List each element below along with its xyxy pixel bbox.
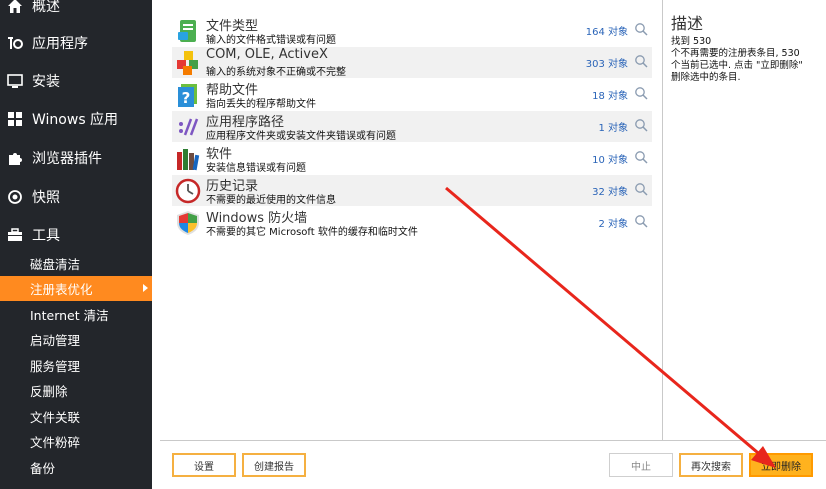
windows-icon	[6, 110, 24, 128]
description-panel: 描述 找到 530 个不再需要的注册表条目, 530 个当前已选中. 点击 "立…	[663, 0, 826, 441]
description-text: 找到 530 个不再需要的注册表条目, 530 个当前已选中. 点击 "立即删除…	[671, 36, 803, 83]
books-icon	[177, 149, 200, 171]
clock-icon	[175, 178, 201, 204]
sidebar-item-overview[interactable]: 概述	[0, 0, 152, 25]
sidebar-item-tools[interactable]: 工具	[0, 216, 152, 254]
sidebar-subitem-internet-clean[interactable]: Internet 清洁	[0, 302, 152, 327]
create-report-button[interactable]: 创建报告	[242, 453, 306, 477]
search-icon[interactable]	[634, 214, 648, 228]
search-again-button[interactable]: 再次搜索	[679, 453, 743, 477]
list-item-count[interactable]: 32 对象	[592, 183, 628, 198]
list-item-description: 输入的文件格式错误或有问题	[206, 35, 336, 46]
settings-button[interactable]: 设置	[172, 453, 236, 477]
toolbox-icon	[6, 226, 24, 244]
app-path-icon	[179, 118, 199, 136]
sidebar-item-label: Winows 应用	[32, 112, 119, 128]
sidebar-subitem-service-manager[interactable]: 服务管理	[0, 353, 152, 378]
list-item-description: 指向丢失的程序帮助文件	[206, 99, 316, 110]
list-item-description: 不需要的其它 Microsoft 软件的缓存和临时文件	[206, 227, 418, 238]
sidebar-subitem-file-shredder[interactable]: 文件粉碎	[0, 429, 152, 454]
sidebar-subitem-startup-manager[interactable]: 启动管理	[0, 327, 152, 352]
search-icon[interactable]	[634, 150, 648, 164]
shield-icon	[177, 211, 199, 235]
sidebar-subitem-file-association[interactable]: 文件关联	[0, 404, 152, 429]
list-item-windows-firewall[interactable]: Windows 防火墙 不需要的其它 Microsoft 软件的缓存和临时文件 …	[172, 207, 652, 238]
search-icon[interactable]	[634, 118, 648, 132]
snapshot-icon	[6, 188, 24, 206]
list-item-count[interactable]: 1 对象	[598, 119, 628, 134]
sidebar-item-install[interactable]: 安装	[0, 62, 152, 100]
sidebar-item-label: 工具	[32, 228, 60, 244]
puzzle-icon	[6, 149, 24, 167]
list-item-count[interactable]: 10 对象	[592, 151, 628, 166]
list-item-description: 安装信息错误或有问题	[206, 163, 306, 174]
list-item-count[interactable]: 2 对象	[598, 215, 628, 230]
sidebar: 概述 应用程序 安装 Winows 应用 浏览器插件 快照 工具 磁盘清洁 注册…	[0, 0, 152, 489]
home-icon	[6, 0, 24, 15]
sidebar-subitem-undelete[interactable]: 反删除	[0, 378, 152, 403]
sidebar-subitem-disk-clean[interactable]: 磁盘清洁	[0, 251, 152, 276]
list-item-count[interactable]: 18 对象	[592, 87, 628, 102]
search-icon[interactable]	[634, 86, 648, 100]
list-item-software[interactable]: 软件 安装信息错误或有问题 10 对象	[172, 143, 652, 174]
sidebar-item-label: 快照	[32, 190, 60, 206]
delete-now-button[interactable]: 立即删除	[749, 453, 813, 477]
list-item-description: 输入的系统对象不正确或不完整	[206, 67, 346, 78]
sidebar-item-browser-plugins[interactable]: 浏览器插件	[0, 139, 152, 177]
sidebar-item-label: 概述	[32, 0, 60, 15]
list-item-count[interactable]: 303 对象	[586, 55, 628, 70]
search-icon[interactable]	[634, 54, 648, 68]
apps-icon	[6, 34, 24, 52]
list-item-app-paths[interactable]: 应用程序路径 应用程序文件夹或安装文件夹错误或有问题 1 对象	[172, 111, 652, 142]
list-item-history[interactable]: 历史记录 不需要的最近使用的文件信息 32 对象	[172, 175, 652, 206]
list-item-help-files[interactable]: ? 帮助文件 指向丢失的程序帮助文件 18 对象	[172, 79, 652, 110]
file-types-icon	[178, 20, 196, 42]
sidebar-item-snapshot[interactable]: 快照	[0, 178, 152, 216]
stop-button[interactable]: 中止	[609, 453, 673, 477]
sidebar-subitem-backup[interactable]: 备份	[0, 455, 152, 480]
search-icon[interactable]	[634, 182, 648, 196]
list-item-file-types[interactable]: 文件类型 输入的文件格式错误或有问题 164 对象	[172, 15, 652, 46]
registry-category-list: 文件类型 输入的文件格式错误或有问题 164 对象 COM, OLE, Acti…	[160, 0, 663, 441]
sidebar-item-label: 应用程序	[32, 36, 88, 52]
sidebar-item-windows-apps[interactable]: Winows 应用	[0, 100, 152, 138]
sidebar-item-apps[interactable]: 应用程序	[0, 24, 152, 62]
list-item-description: 应用程序文件夹或安装文件夹错误或有问题	[206, 131, 396, 142]
chevron-right-icon	[143, 284, 148, 292]
com-objects-icon	[177, 51, 198, 75]
install-icon	[6, 72, 24, 90]
svg-text:?: ?	[182, 89, 191, 107]
list-item-description: 不需要的最近使用的文件信息	[206, 195, 336, 206]
list-item-title: COM, OLE, ActiveX	[206, 47, 328, 62]
description-title: 描述	[671, 14, 704, 33]
sidebar-item-label: 浏览器插件	[32, 151, 102, 167]
list-item-count[interactable]: 164 对象	[586, 23, 628, 38]
sidebar-item-label: 安装	[32, 74, 60, 90]
list-item-com-ole-activex[interactable]: COM, OLE, ActiveX 输入的系统对象不正确或不完整 303 对象	[172, 47, 652, 78]
help-file-icon: ?	[178, 84, 197, 107]
sidebar-subitem-registry-optimize[interactable]: 注册表优化	[0, 276, 152, 301]
search-icon[interactable]	[634, 22, 648, 36]
